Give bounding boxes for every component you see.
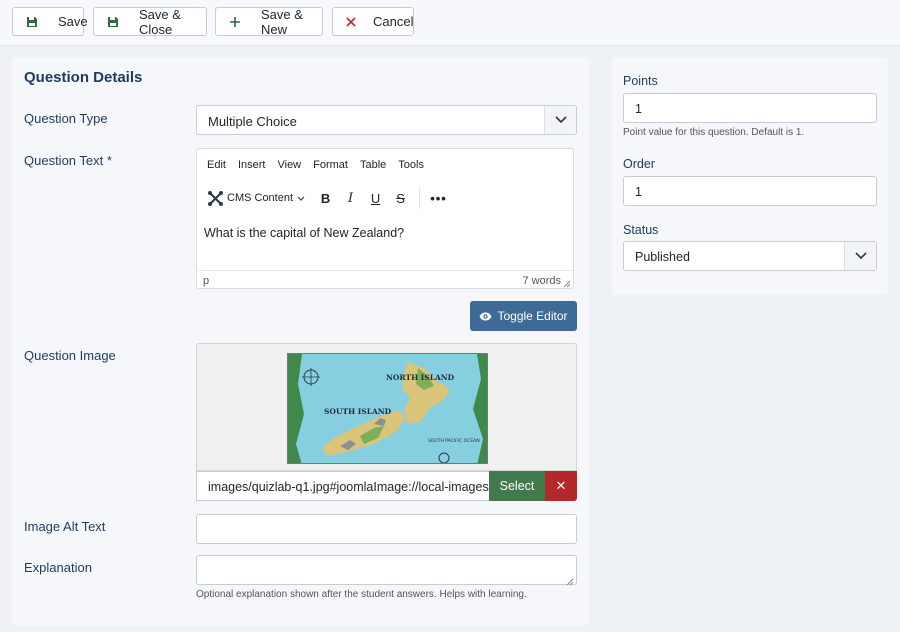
order-label: Order: [623, 157, 655, 171]
menu-format[interactable]: Format: [313, 159, 348, 171]
bold-icon[interactable]: B: [313, 188, 338, 208]
save-label: Save: [58, 14, 88, 29]
section-title: Question Details: [24, 69, 143, 86]
cancel-label: Cancel: [373, 14, 414, 29]
toggle-editor-button[interactable]: Toggle Editor: [470, 301, 577, 331]
menu-insert[interactable]: Insert: [238, 159, 266, 171]
question-type-select[interactable]: Multiple Choice: [196, 105, 577, 135]
italic-icon[interactable]: I: [338, 188, 363, 208]
explanation-help: Optional explanation shown after the stu…: [196, 589, 527, 600]
save-close-label: Save & Close: [139, 6, 181, 37]
plus-icon: [229, 15, 241, 29]
map-label-north: NORTH ISLAND: [386, 373, 455, 382]
underline-icon[interactable]: U: [363, 188, 388, 208]
toggle-editor-label: Toggle Editor: [497, 309, 568, 323]
save-icon: [107, 15, 119, 29]
editor-menubar: Edit Insert View Format Table Tools: [207, 159, 436, 171]
menu-table[interactable]: Table: [360, 159, 386, 171]
more-icon[interactable]: •••: [426, 188, 451, 208]
question-text-label: Question Text *: [24, 153, 112, 168]
chevron-down-icon: [844, 242, 876, 270]
save-icon: [26, 15, 38, 29]
cms-content-label: CMS Content: [227, 192, 294, 204]
close-icon: [346, 15, 356, 29]
points-input[interactable]: 1: [623, 93, 877, 123]
save-button[interactable]: Save: [12, 7, 88, 36]
cancel-button[interactable]: Cancel: [332, 7, 414, 36]
save-new-label: Save & New: [261, 6, 303, 37]
save-close-button[interactable]: Save & Close: [93, 6, 207, 37]
word-count: 7 words: [522, 275, 561, 287]
image-alt-label: Image Alt Text: [24, 519, 106, 534]
question-options-card: Points 1 Point value for this question. …: [612, 57, 888, 295]
image-path-input[interactable]: images/quizlab-q1.jpg#joomlaImage://loca…: [196, 471, 489, 501]
eye-icon: [479, 312, 492, 321]
menu-tools[interactable]: Tools: [398, 159, 424, 171]
element-path[interactable]: p: [203, 275, 209, 287]
order-input[interactable]: 1: [623, 176, 877, 206]
image-path-bar: images/quizlab-q1.jpg#joomlaImage://loca…: [196, 471, 577, 501]
menu-edit[interactable]: Edit: [207, 159, 226, 171]
map-label-ocean: SOUTH PACIFIC OCEAN: [428, 438, 480, 444]
cms-content-dropdown[interactable]: CMS Content: [207, 190, 305, 207]
toolbar: Save Save & Close Save & New Cancel: [0, 0, 900, 46]
map-preview-image: NORTH ISLAND SOUTH ISLAND SOUTH PACIFIC …: [287, 353, 488, 464]
question-details-card: Question Details Question Type Multiple …: [12, 57, 589, 625]
question-type-value: Multiple Choice: [208, 114, 297, 129]
strikethrough-icon[interactable]: S: [388, 188, 413, 208]
status-select[interactable]: Published: [623, 241, 877, 271]
clear-image-button[interactable]: ✕: [545, 471, 577, 501]
joomla-icon: [207, 190, 224, 207]
explanation-label: Explanation: [24, 560, 92, 575]
image-preview-box: NORTH ISLAND SOUTH ISLAND SOUTH PACIFIC …: [196, 343, 577, 471]
map-label-south: SOUTH ISLAND: [324, 407, 392, 416]
image-alt-input[interactable]: [196, 514, 577, 544]
question-image-label: Question Image: [24, 348, 116, 363]
save-new-button[interactable]: Save & New: [215, 6, 323, 37]
select-image-button[interactable]: Select: [489, 471, 545, 501]
menu-view[interactable]: View: [277, 159, 301, 171]
points-help: Point value for this question. Default i…: [623, 127, 805, 138]
order-value: 1: [635, 185, 642, 199]
rich-text-editor: Edit Insert View Format Table Tools CMS …: [196, 148, 574, 289]
editor-statusbar: p 7 words: [197, 270, 573, 290]
chevron-down-icon: [544, 106, 576, 134]
resize-handle-icon[interactable]: [563, 279, 571, 288]
points-label: Points: [623, 74, 658, 88]
toolbar-divider: [419, 187, 421, 209]
chevron-down-icon: [297, 196, 305, 201]
resize-handle-icon[interactable]: [566, 574, 574, 586]
editor-format-toolbar: CMS Content B I U S •••: [207, 187, 451, 209]
points-value: 1: [635, 102, 642, 116]
explanation-textarea[interactable]: [196, 555, 577, 586]
question-type-label: Question Type: [24, 111, 108, 126]
editor-content[interactable]: What is the capital of New Zealand?: [204, 226, 404, 240]
status-value: Published: [635, 250, 690, 264]
status-label: Status: [623, 223, 659, 237]
